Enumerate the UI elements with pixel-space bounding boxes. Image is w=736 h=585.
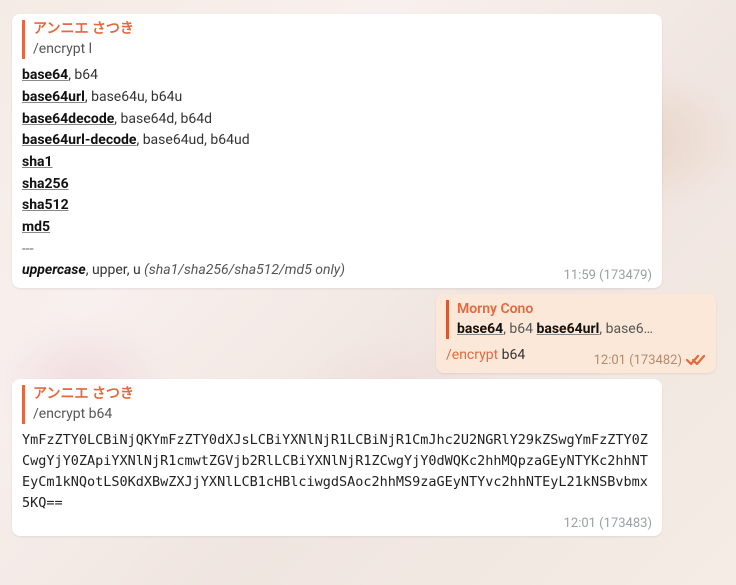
option-aliases: , upper, u bbox=[86, 262, 144, 278]
message-timestamp: 12:01 (173482) bbox=[594, 353, 682, 368]
tool-name[interactable]: sha512 bbox=[22, 197, 69, 213]
reply-text: base64, b64 base64url, base6… bbox=[457, 320, 706, 340]
reply-tool: base64url bbox=[537, 321, 600, 337]
tool-line: sha1 bbox=[22, 152, 652, 174]
reply-quote[interactable]: アンニエ さつき /encrypt b64 bbox=[22, 385, 652, 424]
command-text[interactable]: /encrypt bbox=[446, 347, 498, 363]
reply-author: アンニエ さつき bbox=[33, 20, 652, 40]
message-incoming[interactable]: アンニエ さつき /encrypt l base64, b64base64url… bbox=[12, 14, 662, 288]
tool-line: sha256 bbox=[22, 174, 652, 196]
tool-name[interactable]: sha1 bbox=[22, 154, 53, 170]
message-body: base64, b64base64url, base64u, b64ubase6… bbox=[22, 65, 652, 239]
message-timestamp: 12:01 (173483) bbox=[564, 516, 652, 531]
reply-quote[interactable]: アンニエ さつき /encrypt l bbox=[22, 20, 652, 59]
reply-quote[interactable]: Morny Cono base64, b64 base64url, base6… bbox=[446, 300, 706, 339]
option-note: (sha1/sha256/sha512/md5 only) bbox=[144, 262, 345, 278]
command-arg: b64 bbox=[498, 347, 525, 363]
tool-name[interactable]: base64url bbox=[22, 89, 85, 105]
message-timestamp: 11:59 (173479) bbox=[564, 268, 652, 283]
tool-line: base64url, base64u, b64u bbox=[22, 87, 652, 109]
message-list: アンニエ さつき /encrypt l base64, b64base64url… bbox=[0, 0, 736, 550]
reply-author: アンニエ さつき bbox=[33, 385, 652, 405]
tool-line: sha512 bbox=[22, 195, 652, 217]
tool-aliases: , base64u, b64u bbox=[85, 89, 182, 105]
option-name: uppercase bbox=[22, 262, 86, 278]
message-body: YmFzZTY0LCBiNjQKYmFzZTY0dXJsLCBiYXNlNjR1… bbox=[22, 430, 652, 530]
tool-aliases: , base64d, b64d bbox=[114, 111, 212, 127]
reply-author: Morny Cono bbox=[457, 300, 706, 320]
separator: --- bbox=[22, 239, 652, 261]
tool-name[interactable]: md5 bbox=[22, 219, 50, 235]
tool-aliases: , b64 bbox=[68, 67, 98, 83]
message-outgoing[interactable]: Morny Cono base64, b64 base64url, base6…… bbox=[436, 294, 716, 373]
message-incoming[interactable]: アンニエ さつき /encrypt b64 YmFzZTY0LCBiNjQKYm… bbox=[12, 379, 662, 536]
tool-name[interactable]: base64 bbox=[22, 67, 68, 83]
reply-text: /encrypt l bbox=[33, 40, 652, 60]
option-line: uppercase, upper, u (sha1/sha256/sha512/… bbox=[22, 260, 652, 282]
tool-line: base64decode, base64d, b64d bbox=[22, 109, 652, 131]
read-status-icon bbox=[686, 353, 706, 367]
tool-line: md5 bbox=[22, 217, 652, 239]
reply-tool: base64 bbox=[457, 321, 503, 337]
tool-name[interactable]: base64url-decode bbox=[22, 132, 136, 148]
reply-text: /encrypt b64 bbox=[33, 405, 652, 425]
tool-name[interactable]: base64decode bbox=[22, 111, 114, 127]
tool-line: base64url-decode, base64ud, b64ud bbox=[22, 130, 652, 152]
tool-aliases: , base64ud, b64ud bbox=[136, 132, 249, 148]
tool-name[interactable]: sha256 bbox=[22, 176, 69, 192]
tool-line: base64, b64 bbox=[22, 65, 652, 87]
